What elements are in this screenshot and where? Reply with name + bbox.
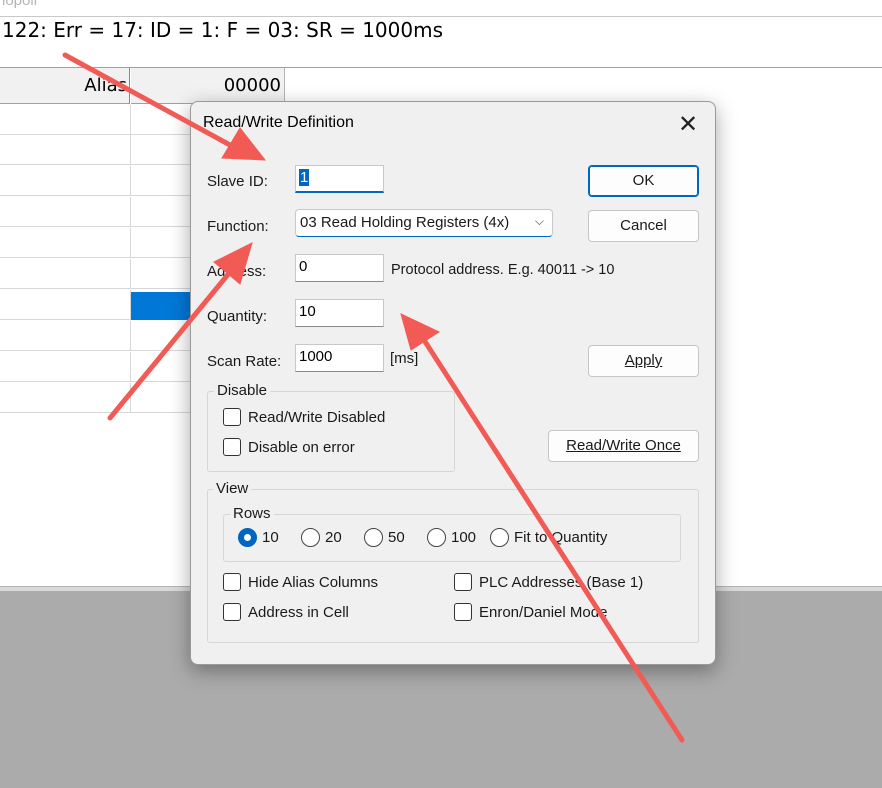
scan-rate-value: 1000	[299, 348, 333, 365]
scan-rate-input[interactable]: 1000	[295, 344, 384, 372]
enron-daniel-mode-label[interactable]: Enron/Daniel Mode	[479, 604, 607, 621]
read-write-once-button[interactable]: Read/Write Once	[548, 430, 699, 462]
disable-group-title: Disable	[214, 382, 271, 399]
status-text: 122: Err = 17: ID = 1: F = 03: SR = 1000…	[2, 18, 443, 42]
quantity-value: 10	[299, 303, 316, 320]
view-group-title: View	[213, 480, 252, 497]
rows-radio-fit[interactable]	[490, 528, 509, 547]
read-write-disabled-label[interactable]: Read/Write Disabled	[248, 409, 385, 426]
disable-group	[207, 391, 455, 472]
rows-radio-20[interactable]	[301, 528, 320, 547]
address-hint: Protocol address. E.g. 40011 -> 10	[391, 262, 615, 278]
rows-option-20[interactable]: 20	[325, 529, 342, 546]
rows-option-50[interactable]: 50	[388, 529, 405, 546]
rows-radio-50[interactable]	[364, 528, 383, 547]
rows-radio-100[interactable]	[427, 528, 446, 547]
rows-option-100[interactable]: 100	[451, 529, 476, 546]
address-in-cell-label[interactable]: Address in Cell	[248, 604, 349, 621]
dialog-title: Read/Write Definition	[203, 114, 354, 131]
alias-column-header[interactable]: Alias	[0, 68, 130, 104]
rows-radio-10[interactable]	[238, 528, 257, 547]
slave-id-input[interactable]: 1	[295, 165, 384, 193]
read-write-once-label: Read/Write Once	[566, 437, 681, 454]
rows-option-fit-to-quantity[interactable]: Fit to Quantity	[514, 529, 607, 546]
value-column-header[interactable]: 00000	[131, 68, 285, 104]
status-line: 122: Err = 17: ID = 1: F = 03: SR = 1000…	[0, 17, 882, 68]
quantity-label: Quantity:	[207, 308, 268, 325]
address-in-cell-checkbox[interactable]	[223, 603, 241, 621]
plc-addresses-checkbox[interactable]	[454, 573, 472, 591]
chevron-down-icon: ⌵	[534, 214, 544, 228]
cancel-button[interactable]: Cancel	[588, 210, 699, 242]
ok-button[interactable]: OK	[588, 165, 699, 197]
plc-addresses-label[interactable]: PLC Addresses (Base 1)	[479, 574, 643, 591]
slave-id-label: Slave ID:	[207, 173, 268, 190]
hide-alias-columns-checkbox[interactable]	[223, 573, 241, 591]
scan-rate-unit: [ms]	[390, 350, 419, 367]
enron-daniel-mode-checkbox[interactable]	[454, 603, 472, 621]
scan-rate-label: Scan Rate:	[207, 353, 282, 370]
slave-id-value: 1	[299, 169, 310, 186]
quantity-input[interactable]: 10	[295, 299, 384, 327]
function-label: Function:	[207, 218, 269, 235]
hide-alias-columns-label[interactable]: Hide Alias Columns	[248, 574, 378, 591]
window-title-strip: lopoll	[0, 0, 882, 17]
rows-group-title: Rows	[230, 505, 274, 522]
address-value: 0	[299, 258, 308, 275]
close-icon[interactable]: ✕	[673, 110, 703, 140]
rows-option-10[interactable]: 10	[262, 529, 279, 546]
read-write-disabled-checkbox[interactable]	[223, 408, 241, 426]
window-title: lopoll	[2, 0, 38, 9]
read-write-definition-dialog: Read/Write Definition ✕ Slave ID: 1 Func…	[190, 101, 716, 665]
apply-button[interactable]: Apply	[588, 345, 699, 377]
function-value: 03 Read Holding Registers (4x)	[300, 214, 510, 231]
apply-label: Apply	[624, 352, 663, 369]
disable-on-error-label[interactable]: Disable on error	[248, 439, 355, 456]
function-select[interactable]: 03 Read Holding Registers (4x) ⌵	[295, 209, 553, 237]
address-label: Address:	[207, 263, 267, 280]
disable-on-error-checkbox[interactable]	[223, 438, 241, 456]
address-input[interactable]: 0	[295, 254, 384, 282]
